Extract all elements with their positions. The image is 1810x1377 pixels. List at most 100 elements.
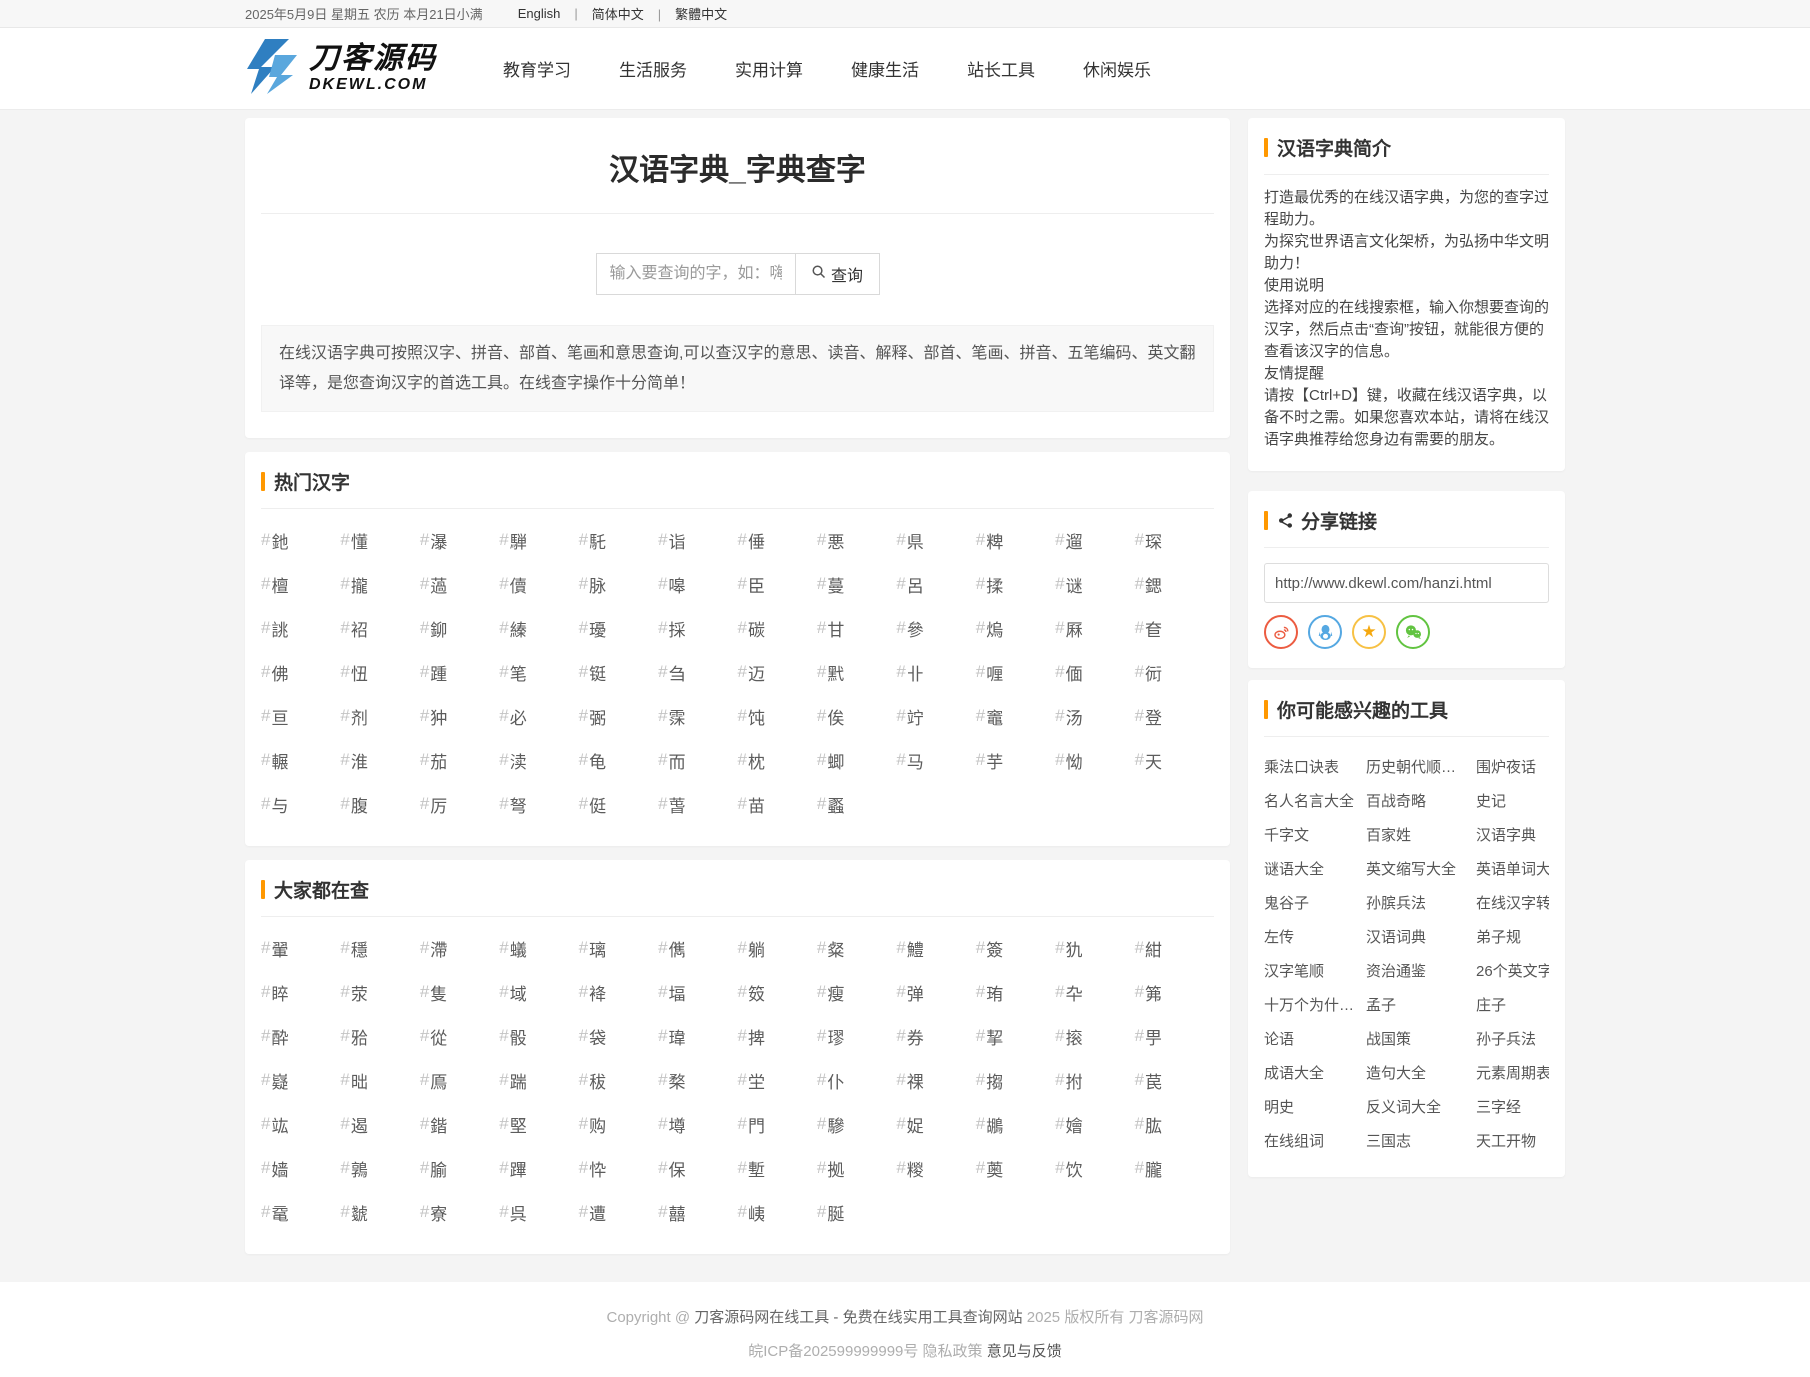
search-input[interactable] bbox=[597, 254, 795, 294]
hanzi-link[interactable]: #迈 bbox=[737, 650, 816, 694]
hanzi-link[interactable]: #璆 bbox=[817, 1014, 896, 1058]
hanzi-link[interactable]: #笰 bbox=[1135, 970, 1214, 1014]
hanzi-link[interactable]: #參 bbox=[896, 606, 975, 650]
hanzi-link[interactable]: #骰 bbox=[499, 1014, 578, 1058]
hanzi-link[interactable]: #門 bbox=[737, 1102, 816, 1146]
hanzi-link[interactable]: #熓 bbox=[976, 606, 1055, 650]
tool-link[interactable]: 在线汉字转… bbox=[1476, 885, 1549, 919]
nav-item-webmaster-tools[interactable]: 站长工具 bbox=[943, 46, 1059, 91]
tool-link[interactable]: 孙子兵法 bbox=[1476, 1021, 1549, 1055]
hanzi-link[interactable]: #荥 bbox=[340, 970, 419, 1014]
hanzi-link[interactable]: #而 bbox=[658, 738, 737, 782]
hanzi-link[interactable]: #寮 bbox=[420, 1190, 499, 1234]
hanzi-link[interactable]: #嫱 bbox=[261, 1146, 340, 1190]
hanzi-link[interactable]: #誂 bbox=[261, 606, 340, 650]
hanzi-link[interactable]: #鶉 bbox=[340, 1146, 419, 1190]
tool-link[interactable]: 汉字笔顺 bbox=[1264, 953, 1358, 987]
hanzi-link[interactable]: #薁 bbox=[976, 1146, 1055, 1190]
hanzi-link[interactable]: #珛 bbox=[976, 970, 1055, 1014]
hanzi-link[interactable]: #亘 bbox=[261, 694, 340, 738]
hanzi-link[interactable]: #楘 bbox=[658, 1058, 737, 1102]
hanzi-link[interactable]: #縥 bbox=[499, 606, 578, 650]
tool-link[interactable]: 十万个为什… bbox=[1264, 987, 1358, 1021]
tool-link[interactable]: 英语单词大全 bbox=[1476, 851, 1549, 885]
tool-link[interactable]: 百家姓 bbox=[1366, 817, 1468, 851]
hanzi-link[interactable]: #簽 bbox=[976, 926, 1055, 970]
hanzi-link[interactable]: #峓 bbox=[737, 1190, 816, 1234]
hanzi-link[interactable]: #诣 bbox=[658, 518, 737, 562]
tool-link[interactable]: 孟子 bbox=[1366, 987, 1468, 1021]
hanzi-link[interactable]: #登 bbox=[1135, 694, 1214, 738]
hanzi-link[interactable]: #蹕 bbox=[499, 1146, 578, 1190]
hanzi-link[interactable]: #虦 bbox=[340, 1190, 419, 1234]
hanzi-link[interactable]: #堅 bbox=[499, 1102, 578, 1146]
hanzi-link[interactable]: #倕 bbox=[737, 518, 816, 562]
hanzi-link[interactable]: #堛 bbox=[658, 970, 737, 1014]
hanzi-link[interactable]: #甼 bbox=[1135, 1014, 1214, 1058]
tool-link[interactable]: 谜语大全 bbox=[1264, 851, 1358, 885]
hanzi-link[interactable]: #茄 bbox=[420, 738, 499, 782]
qq-icon[interactable] bbox=[1308, 615, 1342, 649]
lang-simplified-chinese[interactable]: 简体中文 bbox=[585, 4, 668, 23]
hanzi-link[interactable]: #捭 bbox=[737, 1014, 816, 1058]
search-button[interactable]: 查询 bbox=[795, 254, 879, 294]
hanzi-link[interactable]: #瑋 bbox=[658, 1014, 737, 1058]
nav-item-education[interactable]: 教育学习 bbox=[479, 46, 595, 91]
hanzi-link[interactable]: #攏 bbox=[340, 562, 419, 606]
hanzi-link[interactable]: #袶 bbox=[579, 970, 658, 1014]
hanzi-link[interactable]: #薖 bbox=[420, 562, 499, 606]
hanzi-link[interactable]: #揉 bbox=[976, 562, 1055, 606]
hanzi-link[interactable]: #鼋 bbox=[261, 1190, 340, 1234]
tool-link[interactable]: 史记 bbox=[1476, 783, 1549, 817]
tool-link[interactable]: 左传 bbox=[1264, 919, 1358, 953]
tool-link[interactable]: 英文缩写大全 bbox=[1366, 851, 1468, 885]
hanzi-link[interactable]: #铤 bbox=[579, 650, 658, 694]
tool-link[interactable]: 三字经 bbox=[1476, 1089, 1549, 1123]
hanzi-link[interactable]: #㒞 bbox=[658, 926, 737, 970]
lang-english[interactable]: English bbox=[511, 6, 585, 21]
hanzi-link[interactable]: #穩 bbox=[340, 926, 419, 970]
hanzi-link[interactable]: #採 bbox=[658, 606, 737, 650]
feedback-link[interactable]: 意见与反馈 bbox=[987, 1343, 1062, 1360]
hanzi-link[interactable]: #甘 bbox=[817, 606, 896, 650]
tool-link[interactable]: 名人名言大全 bbox=[1264, 783, 1358, 817]
hanzi-link[interactable]: #脠 bbox=[817, 1190, 896, 1234]
hanzi-link[interactable]: #萅 bbox=[658, 782, 737, 826]
hanzi-link[interactable]: #淮 bbox=[340, 738, 419, 782]
tool-link[interactable]: 天工开物 bbox=[1476, 1123, 1549, 1157]
hanzi-link[interactable]: #竚 bbox=[896, 694, 975, 738]
hanzi-link[interactable]: #与 bbox=[261, 782, 340, 826]
hanzi-link[interactable]: #怮 bbox=[1055, 738, 1134, 782]
hanzi-link[interactable]: #臣 bbox=[737, 562, 816, 606]
hanzi-link[interactable]: #滯 bbox=[420, 926, 499, 970]
hanzi-link[interactable]: #券 bbox=[896, 1014, 975, 1058]
hanzi-link[interactable]: #坣 bbox=[737, 1058, 816, 1102]
tool-link[interactable]: 明史 bbox=[1264, 1089, 1358, 1123]
hanzi-link[interactable]: #笯 bbox=[737, 970, 816, 1014]
tool-link[interactable]: 汉语词典 bbox=[1366, 919, 1468, 953]
hanzi-link[interactable]: #忸 bbox=[340, 650, 419, 694]
hanzi-link[interactable]: #琛 bbox=[1135, 518, 1214, 562]
tool-link[interactable]: 三国志 bbox=[1366, 1123, 1468, 1157]
tool-link[interactable]: 汉语字典 bbox=[1476, 817, 1549, 851]
hanzi-link[interactable]: #天 bbox=[1135, 738, 1214, 782]
hanzi-link[interactable]: #芋 bbox=[976, 738, 1055, 782]
hanzi-link[interactable]: #拠 bbox=[817, 1146, 896, 1190]
hanzi-link[interactable]: #遛 bbox=[1055, 518, 1134, 562]
hanzi-link[interactable]: #俟 bbox=[817, 694, 896, 738]
hanzi-link[interactable]: #粺 bbox=[976, 518, 1055, 562]
hanzi-link[interactable]: #墫 bbox=[658, 1102, 737, 1146]
hanzi-link[interactable]: #侹 bbox=[579, 782, 658, 826]
hanzi-link[interactable]: #保 bbox=[658, 1146, 737, 1190]
nav-item-entertainment[interactable]: 休闲娱乐 bbox=[1059, 46, 1175, 91]
tool-link[interactable]: 历史朝代顺… bbox=[1366, 749, 1468, 783]
hanzi-link[interactable]: #秡 bbox=[579, 1058, 658, 1102]
hanzi-link[interactable]: #苠 bbox=[1135, 1058, 1214, 1102]
tool-link[interactable]: 孙膑兵法 bbox=[1366, 885, 1468, 919]
hanzi-link[interactable]: #酔 bbox=[261, 1014, 340, 1058]
hanzi-link[interactable]: #卝 bbox=[896, 650, 975, 694]
tool-link[interactable]: 元素周期表 bbox=[1476, 1055, 1549, 1089]
hanzi-link[interactable]: #蟸 bbox=[817, 782, 896, 826]
weibo-icon[interactable] bbox=[1264, 615, 1298, 649]
hanzi-link[interactable]: #鉚 bbox=[420, 606, 499, 650]
